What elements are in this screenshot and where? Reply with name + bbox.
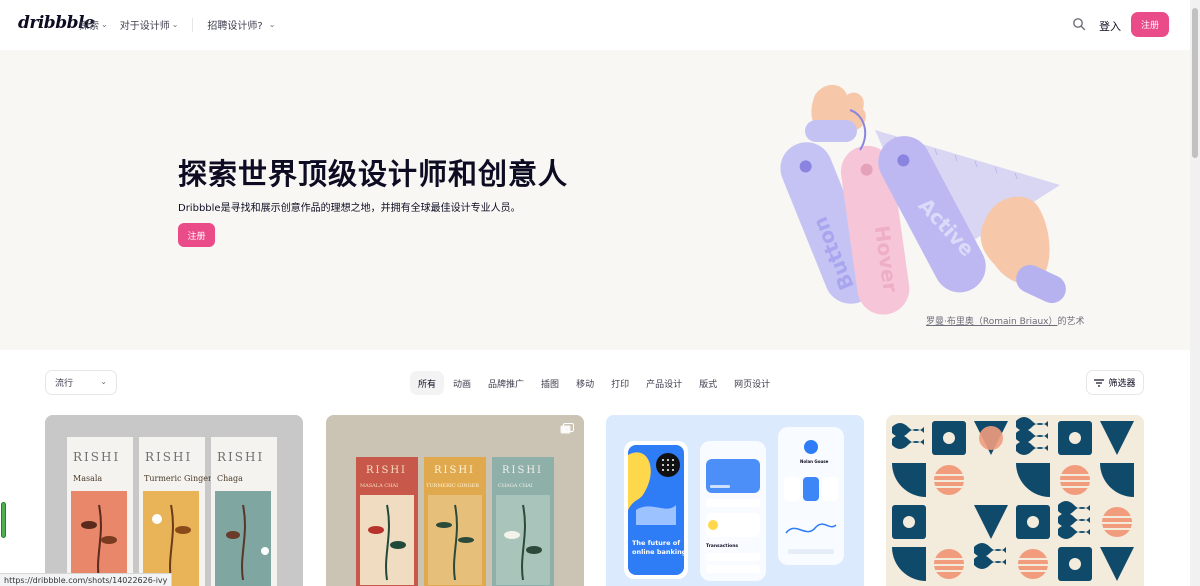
carton-brand: RISHI: [73, 450, 120, 464]
carton-brand: RISHI: [434, 465, 475, 476]
category-tabs: 所有 动画 品牌推广 插图 移动 打印 产品设计 版式 网页设计: [410, 371, 779, 395]
signup-button[interactable]: 注册: [1131, 12, 1169, 37]
nav-item-explore[interactable]: 探索 ⌄: [79, 17, 108, 32]
shot-card[interactable]: [886, 415, 1144, 586]
shot-card[interactable]: RISHI Masala RISHI Turmeric Ginger RISHI…: [45, 415, 303, 586]
multiple-shots-icon: [560, 423, 574, 434]
promo-headline: The future of: [632, 539, 680, 547]
chevron-down-icon: ⌄: [268, 20, 276, 29]
promo-headline: online banking.: [632, 548, 689, 556]
chevron-down-icon: ⌄: [101, 20, 108, 29]
tab-print[interactable]: 打印: [603, 371, 637, 395]
carton-brand: RISHI: [502, 465, 543, 476]
carton-flavor: Chaga: [217, 474, 243, 483]
carton-flavor: Masala: [73, 474, 102, 483]
top-nav: dribbble 探索 ⌄ 对于设计师 ⌄ 招聘设计师? ⌄ 登入 注册: [0, 0, 1190, 50]
tab-animation[interactable]: 动画: [445, 371, 479, 395]
nav-item-hire-designers[interactable]: 招聘设计师? ⌄: [207, 17, 275, 32]
tab-typography[interactable]: 版式: [691, 371, 725, 395]
tab-product-design[interactable]: 产品设计: [638, 371, 690, 395]
main-nav: 探索 ⌄ 对于设计师 ⌄ 招聘设计师? ⌄: [79, 17, 287, 32]
tab-web-design[interactable]: 网页设计: [726, 371, 778, 395]
shot-card[interactable]: RISHI MASALA CHAI RISHI TURMERIC GINGER …: [326, 415, 584, 586]
shot-card[interactable]: The future of online banking. Transactio…: [606, 415, 864, 586]
status-bar-url: https://dribbble.com/shots/14022626-ivy: [0, 573, 173, 586]
credit-artist-link[interactable]: 罗曼·布里奥（Romain Briaux）: [926, 317, 1058, 327]
hero-illustration: Button Hover Active: [780, 84, 1066, 315]
shot-thumbnail: RISHI MASALA CHAI RISHI TURMERIC GINGER …: [326, 415, 584, 586]
hero-subtitle: Dribbble是寻找和展示创意作品的理想之地，并拥有全球最佳设计专业人员。: [178, 203, 521, 214]
carton-brand: RISHI: [145, 450, 192, 464]
shot-thumbnail: The future of online banking. Transactio…: [606, 415, 864, 586]
transactions-heading: Transactions: [706, 543, 738, 549]
credit-suffix: 的艺术: [1057, 317, 1085, 327]
art-credit: 罗曼·布里奥（Romain Briaux）的艺术: [926, 314, 1085, 327]
nav-item-label: 探索: [79, 21, 99, 32]
nav-item-label: 对于设计师: [119, 21, 170, 32]
profile-name: Nolan Gouse: [800, 459, 829, 464]
search-icon[interactable]: [1072, 17, 1086, 31]
side-indicator: [1, 502, 6, 538]
carton-flavor: Turmeric Ginger: [144, 474, 212, 483]
tab-illustration[interactable]: 插图: [533, 371, 567, 395]
hero-title: 探索世界顶级设计师和创意人: [178, 157, 569, 191]
page-scrollbar[interactable]: [1190, 0, 1200, 586]
sort-selected-value: 流行: [55, 379, 74, 389]
filters-label: 筛选器: [1108, 379, 1136, 389]
scrollbar-thumb[interactable]: [1192, 8, 1198, 158]
carton-flavor: CHAGA CHAI: [498, 483, 533, 489]
hero-section: 探索世界顶级设计师和创意人 Dribbble是寻找和展示创意作品的理想之地，并拥…: [0, 50, 1190, 350]
tab-all[interactable]: 所有: [410, 371, 445, 395]
shot-thumbnail: RISHI Masala RISHI Turmeric Ginger RISHI…: [45, 415, 303, 586]
carton-flavor: TURMERIC GINGER: [426, 483, 479, 489]
login-link[interactable]: 登入: [1099, 18, 1121, 34]
chevron-down-icon: ⌄: [171, 20, 179, 29]
filters-button[interactable]: 筛选器: [1086, 370, 1144, 395]
nav-divider: [192, 17, 194, 32]
shot-thumbnail: [886, 415, 1144, 586]
chevron-down-icon: ⌄: [100, 377, 107, 386]
carton-brand: RISHI: [217, 450, 264, 464]
sort-dropdown[interactable]: 流行 ⌄: [45, 370, 117, 395]
filter-icon: [1094, 378, 1105, 387]
nav-item-label: 招聘设计师?: [207, 21, 263, 32]
tab-mobile[interactable]: 移动: [568, 371, 602, 395]
tab-branding[interactable]: 品牌推广: [480, 371, 532, 395]
carton-flavor: MASALA CHAI: [360, 483, 398, 489]
nav-item-for-designers[interactable]: 对于设计师 ⌄: [120, 17, 179, 32]
hero-signup-button[interactable]: 注册: [178, 223, 215, 247]
carton-brand: RISHI: [366, 465, 407, 476]
